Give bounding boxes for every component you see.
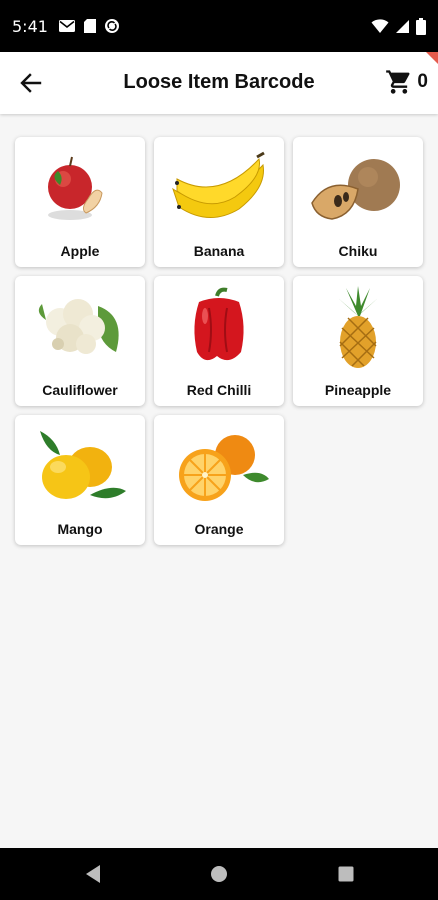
item-label: Red Chilli bbox=[186, 382, 252, 398]
chiku-icon bbox=[311, 159, 400, 220]
red-chilli-icon bbox=[194, 287, 244, 361]
item-card-chiku[interactable]: Chiku bbox=[293, 137, 423, 267]
item-card-orange[interactable]: Orange bbox=[154, 415, 284, 545]
item-label: Cauliflower bbox=[42, 382, 118, 398]
item-label: Apple bbox=[60, 243, 100, 259]
status-bar: 5:41 bbox=[0, 0, 438, 52]
recents-square-icon[interactable] bbox=[337, 864, 355, 884]
sd-card-icon bbox=[83, 19, 96, 33]
cart-icon bbox=[386, 70, 410, 94]
item-label: Chiku bbox=[338, 243, 378, 259]
app-bar: Loose Item Barcode 0 bbox=[0, 52, 438, 114]
apple-icon bbox=[48, 156, 103, 220]
item-label: Orange bbox=[194, 521, 244, 537]
wifi-icon bbox=[371, 18, 389, 33]
item-card-mango[interactable]: Mango bbox=[15, 415, 145, 545]
status-icons-left bbox=[58, 18, 120, 34]
status-icons-right bbox=[371, 17, 426, 35]
home-circle-icon[interactable] bbox=[210, 864, 228, 884]
back-triangle-icon[interactable] bbox=[84, 864, 102, 884]
page-title: Loose Item Barcode bbox=[123, 71, 315, 93]
battery-icon bbox=[416, 17, 426, 35]
gmail-icon bbox=[58, 20, 75, 32]
item-card-cauliflower[interactable]: Cauliflower bbox=[15, 276, 145, 406]
debug-banner-corner bbox=[426, 52, 438, 64]
item-card-banana[interactable]: Banana bbox=[154, 137, 284, 267]
sync-icon bbox=[104, 19, 119, 33]
pineapple-icon bbox=[338, 286, 378, 368]
item-card-pineapple[interactable]: Pineapple bbox=[293, 276, 423, 406]
status-time: 5:41 bbox=[12, 16, 48, 36]
item-grid: Apple Banana Chiku Cauliflower Red Chill… bbox=[15, 137, 425, 545]
item-card-apple[interactable]: Apple bbox=[15, 137, 145, 267]
cauliflower-icon bbox=[38, 299, 119, 354]
item-card-red-chilli[interactable]: Red Chilli bbox=[154, 276, 284, 406]
banana-icon bbox=[172, 151, 265, 218]
item-label: Pineapple bbox=[324, 382, 392, 398]
item-label: Banana bbox=[193, 243, 245, 259]
orange-icon bbox=[179, 435, 269, 501]
cart-button[interactable]: 0 bbox=[385, 68, 428, 96]
cart-count: 0 bbox=[417, 71, 428, 92]
mango-icon bbox=[40, 431, 126, 499]
system-nav-bar bbox=[0, 848, 438, 900]
item-label: Mango bbox=[57, 521, 103, 537]
signal-icon bbox=[396, 19, 409, 33]
